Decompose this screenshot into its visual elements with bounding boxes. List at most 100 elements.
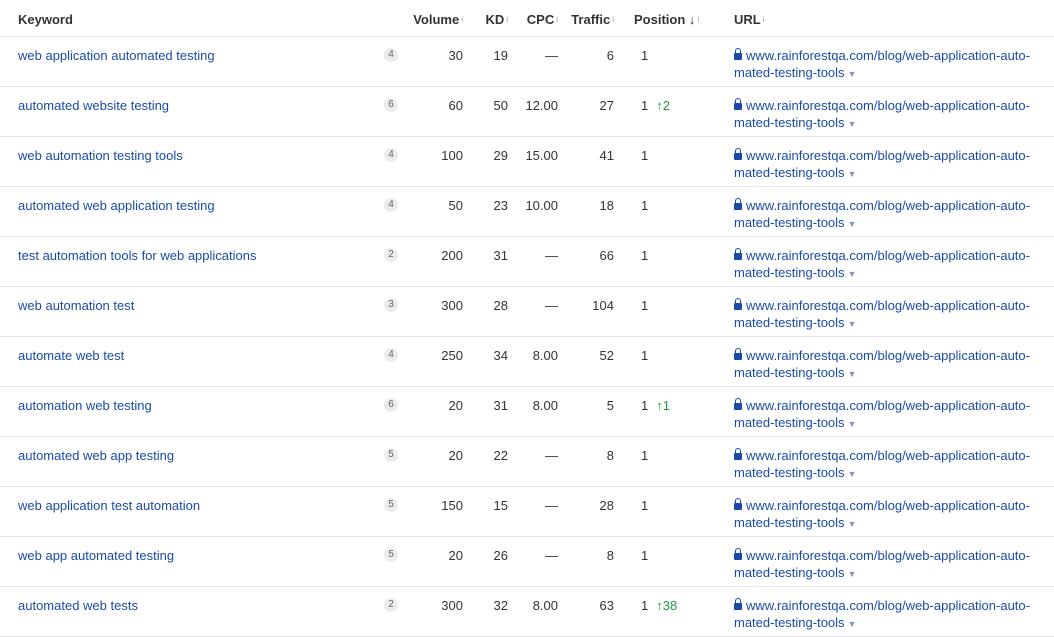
header-keyword[interactable]: Keyword: [18, 11, 73, 28]
info-icon[interactable]: i: [461, 15, 463, 24]
dropdown-caret-icon[interactable]: ▼: [848, 519, 857, 529]
url-link[interactable]: www.rainforestqa.com/blog/web-applicatio…: [734, 547, 1044, 583]
header-cpc[interactable]: CPC i: [527, 11, 558, 28]
serp-features-badge[interactable]: 4: [384, 348, 398, 362]
header-traffic[interactable]: Traffic i: [571, 11, 614, 28]
kd-value: 23: [493, 198, 508, 213]
url-line-2: mated-testing-tools: [734, 65, 845, 80]
info-icon[interactable]: i: [556, 15, 558, 24]
position-value: 1: [641, 298, 649, 313]
serp-features-badge[interactable]: 6: [384, 98, 398, 112]
position-value: 1: [641, 448, 649, 463]
url-line-2: mated-testing-tools: [734, 615, 845, 630]
dropdown-caret-icon[interactable]: ▼: [848, 369, 857, 379]
url-link[interactable]: www.rainforestqa.com/blog/web-applicatio…: [734, 597, 1044, 633]
position-cell: 1: [641, 347, 656, 364]
url-link[interactable]: www.rainforestqa.com/blog/web-applicatio…: [734, 397, 1044, 433]
header-kd[interactable]: KD i: [485, 11, 508, 28]
volume-value: 20: [448, 448, 463, 463]
keyword-link[interactable]: web automation test: [18, 297, 134, 314]
table-row: web app automated testing 5 20 26 — 8 1 …: [0, 537, 1054, 587]
cpc-value: 8.00: [532, 348, 558, 363]
dropdown-caret-icon[interactable]: ▼: [848, 69, 857, 79]
serp-features-badge[interactable]: 4: [384, 48, 398, 62]
serp-features-badge[interactable]: 5: [384, 498, 398, 512]
keyword-link[interactable]: web application test automation: [18, 497, 200, 514]
kd-value: 19: [493, 48, 508, 63]
dropdown-caret-icon[interactable]: ▼: [848, 619, 857, 629]
dropdown-caret-icon[interactable]: ▼: [848, 469, 857, 479]
header-position-label: Position ↓: [634, 12, 696, 27]
traffic-value: 8: [606, 448, 614, 463]
table-row: automation web testing 6 20 31 8.00 5 1 ↑…: [0, 387, 1054, 437]
position-cell: 1: [641, 197, 656, 214]
header-volume[interactable]: Volume i: [413, 11, 463, 28]
url-link[interactable]: www.rainforestqa.com/blog/web-applicatio…: [734, 447, 1044, 483]
dropdown-caret-icon[interactable]: ▼: [848, 119, 857, 129]
url-link[interactable]: www.rainforestqa.com/blog/web-applicatio…: [734, 247, 1044, 283]
traffic-value: 27: [599, 98, 614, 113]
keyword-link[interactable]: automated website testing: [18, 97, 169, 114]
url-link[interactable]: www.rainforestqa.com/blog/web-applicatio…: [734, 347, 1044, 383]
header-kd-label: KD: [485, 12, 505, 27]
url-line-1: www.rainforestqa.com/blog/web-applicatio…: [746, 498, 1030, 513]
volume-value: 100: [441, 148, 463, 163]
table-row: automated web tests 2 300 32 8.00 63 1 ↑3…: [0, 587, 1054, 637]
keyword-link[interactable]: web application automated testing: [18, 47, 215, 64]
url-link[interactable]: www.rainforestqa.com/blog/web-applicatio…: [734, 147, 1044, 183]
keyword-link[interactable]: automated web tests: [18, 597, 138, 614]
lock-icon: [734, 248, 742, 260]
url-line-2: mated-testing-tools: [734, 365, 845, 380]
serp-features-badge[interactable]: 2: [384, 598, 398, 612]
info-icon[interactable]: i: [612, 15, 614, 24]
serp-features-badge[interactable]: 2: [384, 248, 398, 262]
keyword-link[interactable]: automation web testing: [18, 397, 152, 414]
keyword-link[interactable]: web app automated testing: [18, 547, 174, 564]
volume-value: 20: [448, 398, 463, 413]
keyword-link[interactable]: web automation testing tools: [18, 147, 183, 164]
kd-value: 28: [493, 298, 508, 313]
serp-features-badge[interactable]: 6: [384, 398, 398, 412]
url-line-2: mated-testing-tools: [734, 515, 845, 530]
info-icon[interactable]: i: [697, 15, 699, 24]
header-position[interactable]: Position ↓ i: [634, 11, 699, 28]
url-link[interactable]: www.rainforestqa.com/blog/web-applicatio…: [734, 497, 1044, 533]
volume-value: 300: [441, 298, 463, 313]
cpc-value: —: [545, 448, 558, 463]
serp-features-badge[interactable]: 3: [384, 298, 398, 312]
info-icon[interactable]: i: [763, 15, 765, 24]
url-link[interactable]: www.rainforestqa.com/blog/web-applicatio…: [734, 197, 1044, 233]
dropdown-caret-icon[interactable]: ▼: [848, 419, 857, 429]
dropdown-caret-icon[interactable]: ▼: [848, 169, 857, 179]
keyword-link[interactable]: automated web app testing: [18, 447, 174, 464]
position-change: ↑2: [656, 98, 670, 113]
dropdown-caret-icon[interactable]: ▼: [848, 219, 857, 229]
table-row: automate web test 4 250 34 8.00 52 1 www…: [0, 337, 1054, 387]
serp-features-badge[interactable]: 4: [384, 198, 398, 212]
info-icon[interactable]: i: [506, 15, 508, 24]
position-change: ↑1: [656, 398, 670, 413]
traffic-value: 63: [599, 598, 614, 613]
position-cell: 1: [641, 547, 656, 564]
dropdown-caret-icon[interactable]: ▼: [848, 569, 857, 579]
position-cell: 1 ↑38: [641, 597, 677, 614]
header-cpc-label: CPC: [526, 12, 555, 27]
dropdown-caret-icon[interactable]: ▼: [848, 319, 857, 329]
url-link[interactable]: www.rainforestqa.com/blog/web-applicatio…: [734, 297, 1044, 333]
kd-value: 15: [493, 498, 508, 513]
keyword-link[interactable]: automate web test: [18, 347, 124, 364]
url-link[interactable]: www.rainforestqa.com/blog/web-applicatio…: [734, 47, 1044, 83]
serp-features-badge[interactable]: 4: [384, 148, 398, 162]
cpc-value: 10.00: [525, 198, 558, 213]
traffic-value: 5: [606, 398, 614, 413]
serp-features-badge[interactable]: 5: [384, 448, 398, 462]
url-link[interactable]: www.rainforestqa.com/blog/web-applicatio…: [734, 97, 1044, 133]
keyword-link[interactable]: test automation tools for web applicatio…: [18, 247, 256, 264]
lock-icon: [734, 298, 742, 310]
header-url[interactable]: URL i: [734, 11, 1044, 28]
traffic-value: 6: [606, 48, 614, 63]
serp-features-badge[interactable]: 5: [384, 548, 398, 562]
position-value: 1: [641, 598, 649, 613]
keyword-link[interactable]: automated web application testing: [18, 197, 215, 214]
dropdown-caret-icon[interactable]: ▼: [848, 269, 857, 279]
